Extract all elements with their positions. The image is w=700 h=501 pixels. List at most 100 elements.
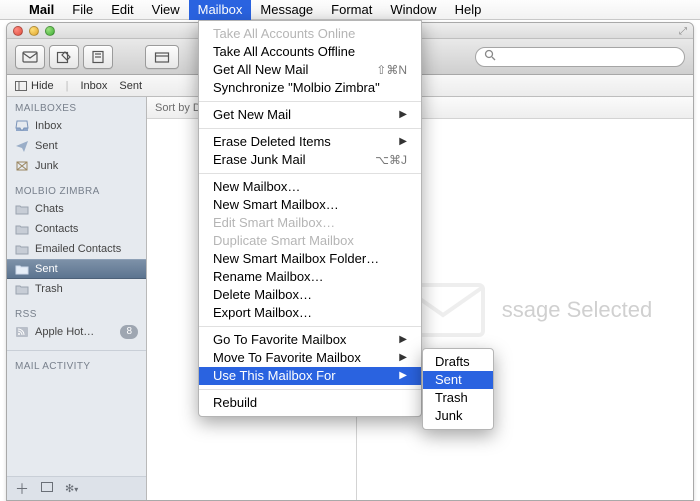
menu-view[interactable]: View [143,0,189,20]
menu-item[interactable]: Export Mailbox… [199,304,421,322]
menu-item[interactable]: New Smart Mailbox Folder… [199,250,421,268]
menu-item-label: Erase Deleted Items [213,133,331,151]
menu-item: Edit Smart Mailbox… [199,214,421,232]
app-menu[interactable]: Mail [20,0,63,20]
sidebar-item-label: Junk [35,160,138,172]
notes-button[interactable] [83,45,113,69]
menu-item-label: New Mailbox… [213,178,300,196]
sidebar-chats[interactable]: Chats [7,199,146,219]
zoom-window-button[interactable] [45,26,55,36]
submenu-item[interactable]: Sent [423,371,493,389]
menu-file[interactable]: File [63,0,102,20]
menu-item[interactable]: New Mailbox… [199,178,421,196]
fullscreen-icon[interactable]: ⤢ [679,26,687,37]
add-button[interactable]: ＋ [15,479,29,499]
menu-item[interactable]: Go To Favorite Mailbox▶ [199,331,421,349]
menu-item[interactable]: Delete Mailbox… [199,286,421,304]
search-field[interactable] [475,47,685,67]
system-menubar: Mail File Edit View Mailbox Message Form… [0,0,700,20]
sidebar-section-activity: MAIL ACTIVITY [7,355,146,374]
menu-item[interactable]: Take All Accounts Offline [199,43,421,61]
menu-item[interactable]: Rename Mailbox… [199,268,421,286]
minimize-window-button[interactable] [29,26,39,36]
sidebar-inbox[interactable]: Inbox [7,116,146,136]
sidebar-item-label: Sent [35,140,138,152]
favorite-sent[interactable]: Sent [119,80,142,92]
menu-item[interactable]: Rebuild [199,394,421,412]
menu-item-label: Rebuild [213,394,257,412]
sidebar-item-label: Apple Hot… [35,326,114,338]
sidebar-item-label: Contacts [35,223,138,235]
menu-mailbox[interactable]: Mailbox [189,0,252,20]
close-window-button[interactable] [13,26,23,36]
sidebar-sent[interactable]: Sent [7,136,146,156]
search-input[interactable] [500,51,676,63]
sidebar-junk[interactable]: Junk [7,156,146,176]
sidebar-section-mailboxes: MAILBOXES [7,97,146,116]
sidebar-item-label: Inbox [35,120,138,132]
get-mail-button[interactable] [15,45,45,69]
sidebar-item-label: Emailed Contacts [35,243,138,255]
menu-help[interactable]: Help [446,0,491,20]
submenu-arrow-icon: ▶ [399,367,407,385]
menu-item[interactable]: Get New Mail▶ [199,106,421,124]
menu-item-label: Move To Favorite Mailbox [213,349,361,367]
sidebar-item-label: Chats [35,203,138,215]
menu-item[interactable]: Erase Deleted Items ▶ [199,133,421,151]
submenu-arrow-icon: ▶ [399,133,407,151]
menu-edit[interactable]: Edit [102,0,142,20]
submenu-item[interactable]: Junk [423,407,493,425]
action-menu-button[interactable]: ✻▾ [65,482,78,495]
sidebar-section-account[interactable]: MOLBIO ZIMBRA [7,180,146,199]
menu-item[interactable]: Get All New Mail⇧⌘N [199,61,421,79]
menu-window[interactable]: Window [381,0,445,20]
sidebar-sent-account[interactable]: Sent [7,259,146,279]
sidebar-contacts[interactable]: Contacts [7,219,146,239]
menu-message[interactable]: Message [251,0,322,20]
sidebar-trash[interactable]: Trash [7,279,146,299]
preview-placeholder-text: ssage Selected [502,297,652,323]
folder-icon [15,203,29,215]
menu-item: Duplicate Smart Mailbox [199,232,421,250]
submenu-arrow-icon: ▶ [399,106,407,124]
folder-icon [15,223,29,235]
menu-item-label: Synchronize "Molbio Zimbra" [213,79,380,97]
sent-icon [15,140,29,152]
show-button[interactable] [41,482,53,495]
folder-icon [15,283,29,295]
sidebar-emailed-contacts[interactable]: Emailed Contacts [7,239,146,259]
submenu-item[interactable]: Trash [423,389,493,407]
submenu-arrow-icon: ▶ [399,331,407,349]
menu-item-label: Duplicate Smart Mailbox [213,232,354,250]
sidebar-item-label: Sent [35,263,138,275]
menu-item[interactable]: Synchronize "Molbio Zimbra" [199,79,421,97]
archive-button[interactable] [145,45,179,69]
menu-item-label: Rename Mailbox… [213,268,324,286]
sidebar-footer: ＋ ✻▾ [7,476,146,500]
menu-item[interactable]: Move To Favorite Mailbox ▶ [199,349,421,367]
rss-icon [15,326,29,338]
menu-item[interactable]: Use This Mailbox For▶ [199,367,421,385]
sidebar-rss-item[interactable]: Apple Hot…8 [7,322,146,342]
folder-icon [15,263,29,275]
menu-item[interactable]: New Smart Mailbox… [199,196,421,214]
search-icon [484,49,496,64]
menu-item-label: Export Mailbox… [213,304,312,322]
hide-mailbox-list-button[interactable]: Hide [15,80,54,92]
menu-item-label: Erase Junk Mail [213,151,305,169]
use-this-mailbox-for-submenu: DraftsSentTrashJunk [422,348,494,430]
menu-format[interactable]: Format [322,0,381,20]
sidebar: MAILBOXES Inbox Sent Junk MOLBIO ZIMBRA … [7,97,147,500]
sidebar-section-rss[interactable]: RSS [7,303,146,322]
menu-shortcut: ⇧⌘N [376,61,407,79]
menu-item-label: Take All Accounts Online [213,25,355,43]
menu-item-label: New Smart Mailbox… [213,196,339,214]
compose-button[interactable] [49,45,79,69]
submenu-arrow-icon: ▶ [399,349,407,367]
window-controls [13,26,55,36]
favorite-inbox[interactable]: Inbox [80,80,107,92]
menu-item[interactable]: Erase Junk Mail⌥⌘J [199,151,421,169]
submenu-item[interactable]: Drafts [423,353,493,371]
layout-icon [15,81,27,91]
menu-item: Take All Accounts Online [199,25,421,43]
